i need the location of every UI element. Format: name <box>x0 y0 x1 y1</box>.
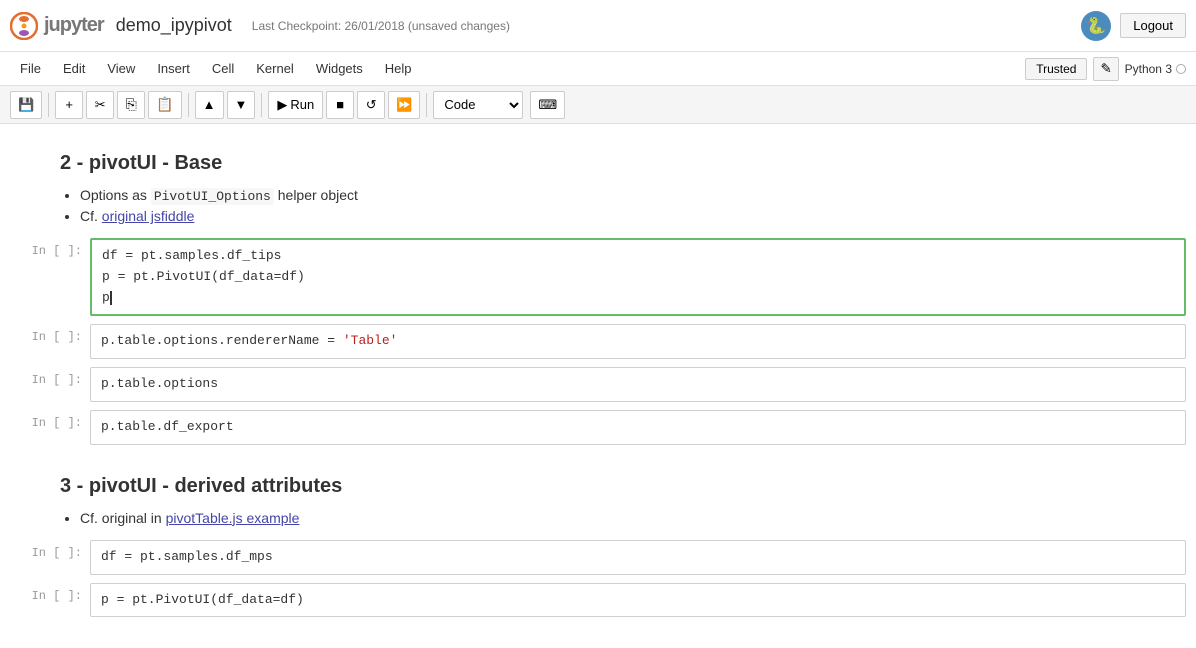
bullet-2: Cf. original jsfiddle <box>80 208 1136 224</box>
kernel-label: Python 3 <box>1125 62 1186 76</box>
paste-icon: 📋 <box>156 96 173 113</box>
bullet-1: Options as PivotUI_Options helper object <box>80 187 1136 204</box>
kernel-status-icon <box>1176 64 1186 74</box>
stop-icon: ■ <box>336 97 344 112</box>
run-label: Run <box>290 97 314 112</box>
run-icon: ▶ <box>277 97 287 113</box>
cut-icon: ✂ <box>95 97 106 113</box>
arrow-up-icon: ▲ <box>203 97 216 112</box>
restart-button[interactable]: ↺ <box>357 91 385 119</box>
section-3-bullet-text: Cf. original in <box>80 510 166 526</box>
menu-insert[interactable]: Insert <box>147 57 200 80</box>
cell-5-container: In [ ]: df = pt.samples.df_mps <box>0 538 1196 577</box>
notebook-title: demo_ipypivot <box>116 15 232 36</box>
jupyter-label: jupyter <box>44 14 104 37</box>
checkpoint-info: Last Checkpoint: 26/01/2018 (unsaved cha… <box>252 19 510 33</box>
menubar: File Edit View Insert Cell Kernel Widget… <box>0 52 1196 86</box>
topbar: jupyter demo_ipypivot Last Checkpoint: 2… <box>0 0 1196 52</box>
arrow-down-icon: ▼ <box>235 97 248 112</box>
section-2-bullets: Options as PivotUI_Options helper object… <box>0 183 1196 232</box>
cell-6-container: In [ ]: p = pt.PivotUI(df_data=df) <box>0 581 1196 620</box>
cell-2-label: In [ ]: <box>10 324 90 344</box>
python-logo-icon: 🐍 <box>1080 10 1112 42</box>
toolbar: 💾 + ✂ ⎘ 📋 ▲ ▼ ▶ Run ■ ↺ ⏩ Code Markdown … <box>0 86 1196 124</box>
bullet-1-text2: helper object <box>274 187 358 203</box>
restart-icon: ↺ <box>366 97 377 113</box>
cut-button[interactable]: ✂ <box>86 91 114 119</box>
plus-icon: + <box>65 97 73 112</box>
interrupt-button[interactable]: ■ <box>326 91 354 119</box>
cell-3-body[interactable]: p.table.options <box>90 367 1186 402</box>
notebook-area: 2 - pivotUI - Base Options as PivotUI_Op… <box>0 124 1196 643</box>
bullet-1-code: PivotUI_Options <box>151 188 274 205</box>
logout-button[interactable]: Logout <box>1120 13 1186 38</box>
menu-view[interactable]: View <box>97 57 145 80</box>
keyboard-shortcuts-button[interactable]: ⌨ <box>530 91 565 119</box>
section-2-heading: 2 - pivotUI - Base <box>0 144 1196 183</box>
save-icon: 💾 <box>18 97 34 113</box>
text-cursor <box>110 291 112 305</box>
section-3-heading: 3 - pivotUI - derived attributes <box>0 467 1196 506</box>
copy-icon: ⎘ <box>126 96 137 113</box>
move-down-button[interactable]: ▼ <box>227 91 256 119</box>
paste-button[interactable]: 📋 <box>148 91 181 119</box>
cell-1-label: In [ ]: <box>10 238 90 258</box>
svg-text:🐍: 🐍 <box>1086 16 1106 35</box>
cell-1-line-1: df = pt.samples.df_tips <box>102 246 1174 267</box>
cell-3-line-1: p.table.options <box>101 374 1175 395</box>
section-3-bullets: Cf. original in pivotTable.js example <box>0 506 1196 534</box>
fast-forward-icon: ⏩ <box>396 97 412 113</box>
cell-1-line-3: p <box>102 288 1174 309</box>
cell-6-label: In [ ]: <box>10 583 90 603</box>
menu-file[interactable]: File <box>10 57 51 80</box>
menu-help[interactable]: Help <box>375 57 422 80</box>
cell-6-body[interactable]: p = pt.PivotUI(df_data=df) <box>90 583 1186 618</box>
jupyter-logo-icon <box>10 12 38 40</box>
toolbar-sep-4 <box>426 93 427 117</box>
menu-widgets[interactable]: Widgets <box>306 57 373 80</box>
save-button[interactable]: 💾 <box>10 91 42 119</box>
cell-1-container: In [ ]: df = pt.samples.df_tips p = pt.P… <box>0 236 1196 318</box>
menu-kernel[interactable]: Kernel <box>246 57 304 80</box>
cell-1-line-2: p = pt.PivotUI(df_data=df) <box>102 267 1174 288</box>
section-3-bullet-1: Cf. original in pivotTable.js example <box>80 510 1136 526</box>
cell-1-body[interactable]: df = pt.samples.df_tips p = pt.PivotUI(d… <box>90 238 1186 316</box>
bullet-2-text: Cf. <box>80 208 102 224</box>
toolbar-sep-3 <box>261 93 262 117</box>
cell-4-body[interactable]: p.table.df_export <box>90 410 1186 445</box>
menubar-right: Trusted ✎ Python 3 <box>1025 57 1186 81</box>
cell-3-label: In [ ]: <box>10 367 90 387</box>
add-cell-button[interactable]: + <box>55 91 83 119</box>
keyboard-icon: ⌨ <box>538 97 557 113</box>
cell-2-line-1: p.table.options.rendererName = 'Table' <box>101 331 1175 352</box>
cell-2-container: In [ ]: p.table.options.rendererName = '… <box>0 322 1196 361</box>
logo: jupyter <box>10 12 104 40</box>
move-up-button[interactable]: ▲ <box>195 91 224 119</box>
bullet-1-text: Options as <box>80 187 151 203</box>
topbar-right: 🐍 Logout <box>1080 10 1186 42</box>
cell-4-line-1: p.table.df_export <box>101 417 1175 438</box>
cell-5-line-1: df = pt.samples.df_mps <box>101 547 1175 568</box>
cell-6-line-1: p = pt.PivotUI(df_data=df) <box>101 590 1175 611</box>
jsfiddle-link[interactable]: original jsfiddle <box>102 208 195 224</box>
run-button[interactable]: ▶ Run <box>268 91 323 119</box>
pivottablejs-link[interactable]: pivotTable.js example <box>166 510 300 526</box>
edit-metadata-button[interactable]: ✎ <box>1093 57 1118 81</box>
restart-run-button[interactable]: ⏩ <box>388 91 420 119</box>
trusted-button[interactable]: Trusted <box>1025 58 1087 80</box>
cell-type-select[interactable]: Code Markdown Raw NBConvert Heading <box>433 91 523 119</box>
cell-4-container: In [ ]: p.table.df_export <box>0 408 1196 447</box>
menu-edit[interactable]: Edit <box>53 57 95 80</box>
cell-2-body[interactable]: p.table.options.rendererName = 'Table' <box>90 324 1186 359</box>
menu-cell[interactable]: Cell <box>202 57 244 80</box>
toolbar-sep-1 <box>48 93 49 117</box>
cell-3-container: In [ ]: p.table.options <box>0 365 1196 404</box>
toolbar-sep-2 <box>188 93 189 117</box>
copy-button[interactable]: ⎘ <box>117 91 145 119</box>
kernel-name: Python 3 <box>1125 62 1172 76</box>
cell-5-body[interactable]: df = pt.samples.df_mps <box>90 540 1186 575</box>
cell-5-label: In [ ]: <box>10 540 90 560</box>
cell-4-label: In [ ]: <box>10 410 90 430</box>
